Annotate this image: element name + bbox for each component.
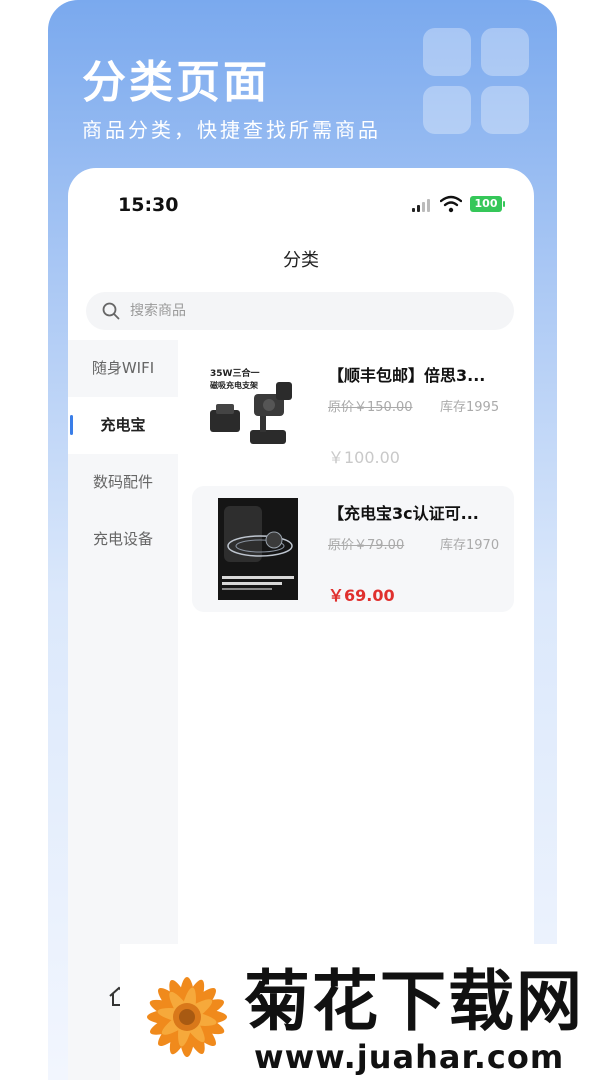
- search-bar[interactable]: [86, 292, 514, 330]
- sidebar-item-wifi[interactable]: 随身WIFI: [68, 340, 178, 397]
- sidebar-item-power-bank[interactable]: 充电宝: [68, 397, 178, 454]
- product-image[interactable]: 35W三合一 磁吸充电支架: [206, 360, 306, 462]
- watermark: 菊花下载网 www.juahar.com: [120, 944, 607, 1080]
- product-name[interactable]: 【充电宝3c认证可...: [328, 500, 508, 524]
- product-price: ￥69.00: [328, 586, 395, 605]
- stock-count: 库存1970: [440, 538, 500, 553]
- promo-title: 分类页面: [82, 57, 270, 108]
- original-price: 原价￥79.00: [328, 538, 405, 553]
- signal-icon: [412, 198, 432, 212]
- flower-logo-icon: [147, 977, 227, 1057]
- sidebar-item-digital-accessories[interactable]: 数码配件: [68, 454, 178, 511]
- watermark-url: www.juahar.com: [254, 1038, 565, 1076]
- product-image-line2: 磁吸充电支架: [210, 380, 258, 390]
- promo-subtitle: 商品分类，快捷查找所需商品: [82, 118, 381, 142]
- stock-count: 库存1995: [440, 400, 500, 415]
- product-image-line1: 35W三合一: [210, 367, 259, 379]
- wifi-icon: [440, 195, 462, 213]
- battery-icon: 100: [470, 196, 505, 212]
- product-card[interactable]: 【充电宝3c认证可... 原价￥79.00 库存1970 ￥69.00: [192, 486, 514, 612]
- product-image[interactable]: [206, 498, 306, 600]
- page-title: 分类: [283, 250, 319, 271]
- product-card[interactable]: 35W三合一 磁吸充电支架 【顺丰包邮】倍思3... 原价￥150.00 库存1…: [192, 348, 514, 474]
- status-bar: 15:30 100: [68, 168, 534, 238]
- grid-decoration-icon: [423, 28, 533, 138]
- sidebar-item-charging-devices[interactable]: 充电设备: [68, 511, 178, 568]
- original-price: 原价￥150.00: [328, 400, 413, 415]
- watermark-title: 菊花下载网: [244, 963, 584, 1040]
- product-name[interactable]: 【顺丰包邮】倍思3...: [328, 362, 508, 386]
- search-icon: [102, 302, 120, 320]
- status-time: 15:30: [118, 194, 179, 216]
- product-price: ￥100.00: [328, 448, 400, 467]
- search-input[interactable]: [130, 292, 490, 330]
